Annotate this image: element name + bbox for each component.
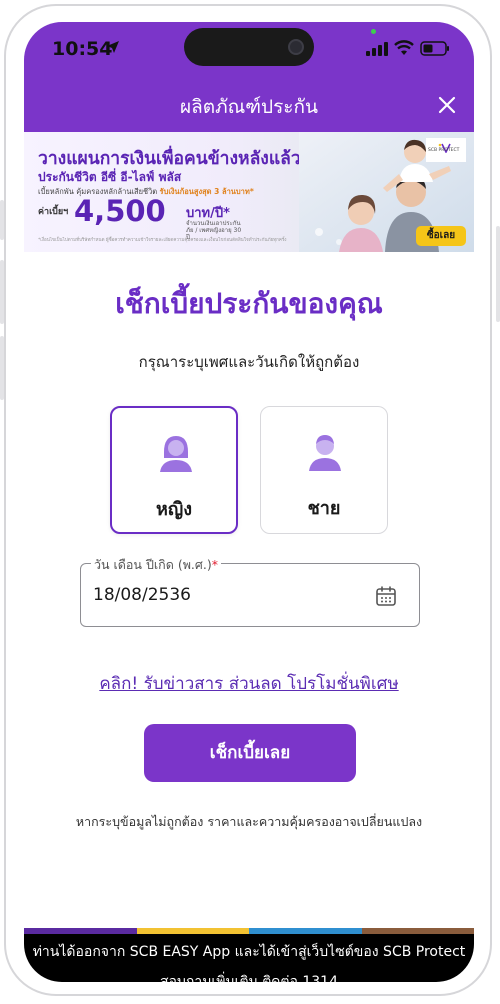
male-avatar-icon [309,435,341,471]
battery-icon [420,41,449,56]
female-avatar-icon [160,436,192,472]
gender-label-female: หญิง [156,499,192,520]
camera-icon [288,39,304,55]
banner-price-label: ค่าเบี้ยฯ [38,207,69,217]
status-bar: 10:54 [24,22,474,78]
gender-option-female[interactable]: หญิง [110,406,238,534]
form-subtitle: กรุณาระบุเพศและวันเกิดให้ถูกต้อง [138,353,360,371]
dynamic-island [184,28,314,66]
scb-protect-logo: SCB PROTECT [426,138,466,162]
notice-line-2: สอบถามเพิ่มเติม ติดต่อ 1314 [160,974,338,982]
dob-field[interactable]: วัน เดือน ปีเกิด (พ.ศ.)* [80,555,420,627]
gender-label-male: ชาย [307,498,341,519]
buy-now-button[interactable]: ซื้อเลย [416,226,466,246]
brand-name: SCB PROTECT [428,148,460,153]
banner-price: 4,500 [74,194,166,228]
dob-input[interactable] [93,582,363,608]
disclaimer-text: หากระบุข้อมูลไม่ถูกต้อง ราคาและความคุ้มค… [75,814,423,829]
dob-label-text: วัน เดือน ปีเกิด (พ.ศ.) [94,557,212,572]
privacy-indicator [371,29,376,34]
side-button-volume-up [0,260,4,324]
promo-subscribe-link[interactable]: คลิก! รับข่าวสาร ส่วนลด โปรโมชั่นพิเศษ [24,670,474,697]
phone-screen: 10:54 ผลิตภัณฑ์ประกัน วางแผนการเงินเพื่อ… [24,22,474,982]
signal-icon [366,42,388,56]
location-arrow-icon [107,41,119,53]
side-button-mute [0,200,4,240]
form-title: เช็กเบี้ยประกันของคุณ [115,287,383,320]
check-premium-button[interactable]: เช็กเบี้ยเลย [144,724,356,782]
exit-app-notice: ท่านได้ออกจาก SCB EASY App และได้เข้าสู่… [24,934,474,982]
status-time: 10:54 [52,38,113,60]
banner-fine-print: *เงื่อนไขเป็นไปตามที่บริษัทกำหนด ผู้ซื้อ… [38,238,287,243]
side-button-volume-down [0,336,4,400]
notice-line-1: ท่านได้ออกจาก SCB EASY App และได้เข้าสู่… [32,944,466,960]
app-header: ผลิตภัณฑ์ประกัน [24,78,474,132]
page-title: ผลิตภัณฑ์ประกัน [179,96,318,118]
dob-label: วัน เดือน ปีเกิด (พ.ศ.)* [91,555,221,575]
banner-product-name: ประกันชีวิต อีซี่ อี-ไลฟ์ พลัส [38,170,182,184]
wifi-icon [394,40,414,55]
promo-banner[interactable]: วางแผนการเงินเพื่อคนข้างหลังแล้วหรือยัง?… [24,132,474,252]
required-mark: * [211,557,218,572]
close-icon[interactable] [434,92,460,118]
calendar-icon[interactable] [375,585,397,607]
side-button-power [496,226,500,322]
gender-option-male[interactable]: ชาย [260,406,388,534]
banner-coverage-highlight: รับเงินก้อนสูงสุด 3 ล้านบาท* [159,187,254,196]
